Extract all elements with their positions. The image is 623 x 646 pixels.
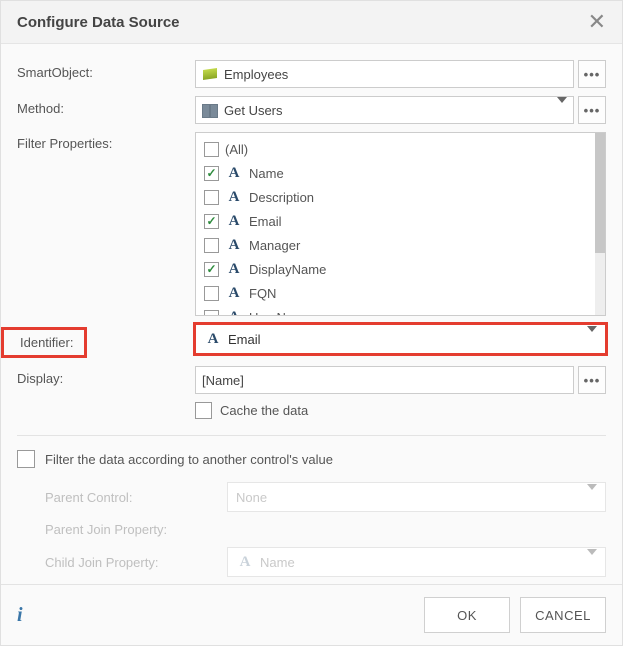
- text-type-icon: A: [225, 284, 243, 302]
- label-method: Method:: [17, 96, 195, 116]
- filter-item[interactable]: (All): [200, 137, 601, 161]
- smartobject-icon: [202, 66, 218, 82]
- label-child-join: Child Join Property:: [17, 555, 227, 570]
- filter-by-checkbox[interactable]: [17, 450, 35, 468]
- filter-item-checkbox[interactable]: [204, 238, 219, 253]
- filter-item-label: Description: [249, 191, 314, 204]
- row-cache: Cache the data: [195, 402, 606, 419]
- text-type-icon: A: [225, 188, 243, 206]
- chevron-down-icon: [557, 97, 567, 118]
- row-child-join: Child Join Property: A Name: [17, 547, 606, 577]
- filter-item-checkbox[interactable]: [204, 286, 219, 301]
- label-identifier: Identifier:: [1, 327, 87, 358]
- configure-data-source-dialog: Configure Data Source ✕ SmartObject: Emp…: [0, 0, 623, 646]
- chevron-down-icon: [587, 549, 597, 570]
- ok-button[interactable]: OK: [424, 597, 510, 633]
- text-type-icon: A: [225, 260, 243, 278]
- identifier-select[interactable]: A Email: [195, 324, 606, 354]
- display-browse-button[interactable]: •••: [578, 366, 606, 394]
- row-method: Method: Get Users •••: [17, 96, 606, 124]
- scrollbar[interactable]: [595, 133, 605, 315]
- filter-item-label: Name: [249, 167, 284, 180]
- row-smartobject: SmartObject: Employees •••: [17, 60, 606, 88]
- row-parent-control: Parent Control: None: [17, 482, 606, 512]
- label-filter-properties: Filter Properties:: [17, 132, 195, 151]
- filter-item-checkbox[interactable]: [204, 214, 219, 229]
- display-value: [Name]: [202, 373, 244, 388]
- cancel-button[interactable]: CANCEL: [520, 597, 606, 633]
- row-display: Display: [Name] •••: [17, 366, 606, 394]
- filter-item-label: Email: [249, 215, 282, 228]
- ellipsis-icon: •••: [584, 67, 601, 82]
- filter-item-label: UserName: [249, 311, 311, 317]
- filter-by-label: Filter the data according to another con…: [45, 452, 333, 467]
- method-field[interactable]: Get Users: [195, 96, 574, 124]
- row-filter-by: Filter the data according to another con…: [17, 450, 606, 468]
- dialog-title: Configure Data Source: [17, 14, 180, 31]
- ellipsis-icon: •••: [584, 373, 601, 388]
- filter-item[interactable]: A Description: [200, 185, 601, 209]
- filter-item-checkbox[interactable]: [204, 190, 219, 205]
- filter-item-checkbox[interactable]: [204, 166, 219, 181]
- text-type-icon: A: [225, 236, 243, 254]
- parent-control-value: None: [236, 490, 267, 505]
- label-smartobject: SmartObject:: [17, 60, 195, 80]
- display-field[interactable]: [Name]: [195, 366, 574, 394]
- filter-item-label: FQN: [249, 287, 276, 300]
- filter-item-label: Manager: [249, 239, 300, 252]
- text-type-icon: A: [225, 212, 243, 230]
- label-parent-join: Parent Join Property:: [17, 522, 227, 537]
- smartobject-value: Employees: [224, 67, 288, 82]
- ellipsis-icon: •••: [584, 103, 601, 118]
- row-parent-join: Parent Join Property:: [17, 522, 606, 537]
- method-browse-button[interactable]: •••: [578, 96, 606, 124]
- chevron-down-icon: [587, 484, 597, 505]
- filter-properties-list[interactable]: (All) A Name A Description A Email A Manager A Dis…: [195, 132, 606, 316]
- label-display: Display:: [17, 366, 195, 386]
- cache-checkbox[interactable]: [195, 402, 212, 419]
- info-icon[interactable]: i: [17, 604, 23, 627]
- row-identifier: Identifier: A Email: [17, 324, 606, 358]
- smartobject-browse-button[interactable]: •••: [578, 60, 606, 88]
- filter-item[interactable]: A Manager: [200, 233, 601, 257]
- filter-item-label: (All): [225, 143, 248, 156]
- divider: [17, 435, 606, 436]
- method-icon: [202, 103, 218, 117]
- cache-label: Cache the data: [220, 403, 308, 418]
- dialog-header: Configure Data Source ✕: [1, 1, 622, 44]
- row-filter-properties: Filter Properties: (All) A Name A Descriptio…: [17, 132, 606, 316]
- label-parent-control: Parent Control:: [17, 490, 227, 505]
- text-type-icon: A: [225, 164, 243, 182]
- chevron-down-icon: [587, 326, 597, 347]
- dialog-footer: i OK CANCEL: [1, 584, 622, 645]
- close-icon[interactable]: ✕: [588, 11, 606, 33]
- filter-item-label: DisplayName: [249, 263, 326, 276]
- filter-item[interactable]: A DisplayName: [200, 257, 601, 281]
- filter-item-checkbox[interactable]: [204, 142, 219, 157]
- smartobject-field[interactable]: Employees: [195, 60, 574, 88]
- filter-item-checkbox[interactable]: [204, 262, 219, 277]
- method-value: Get Users: [224, 103, 283, 118]
- filter-item-checkbox[interactable]: [204, 310, 219, 317]
- filter-item[interactable]: A UserName: [200, 305, 601, 316]
- filter-item[interactable]: A Name: [200, 161, 601, 185]
- text-type-icon: A: [236, 553, 254, 571]
- text-type-icon: A: [204, 330, 222, 348]
- parent-control-select[interactable]: None: [227, 482, 606, 512]
- child-join-select[interactable]: A Name: [227, 547, 606, 577]
- filter-item[interactable]: A Email: [200, 209, 601, 233]
- child-join-value: Name: [260, 555, 295, 570]
- scrollbar-thumb[interactable]: [595, 133, 605, 253]
- identifier-value: Email: [228, 332, 261, 347]
- text-type-icon: A: [225, 308, 243, 316]
- filter-item[interactable]: A FQN: [200, 281, 601, 305]
- dialog-body: SmartObject: Employees ••• Method: Get U…: [1, 44, 622, 584]
